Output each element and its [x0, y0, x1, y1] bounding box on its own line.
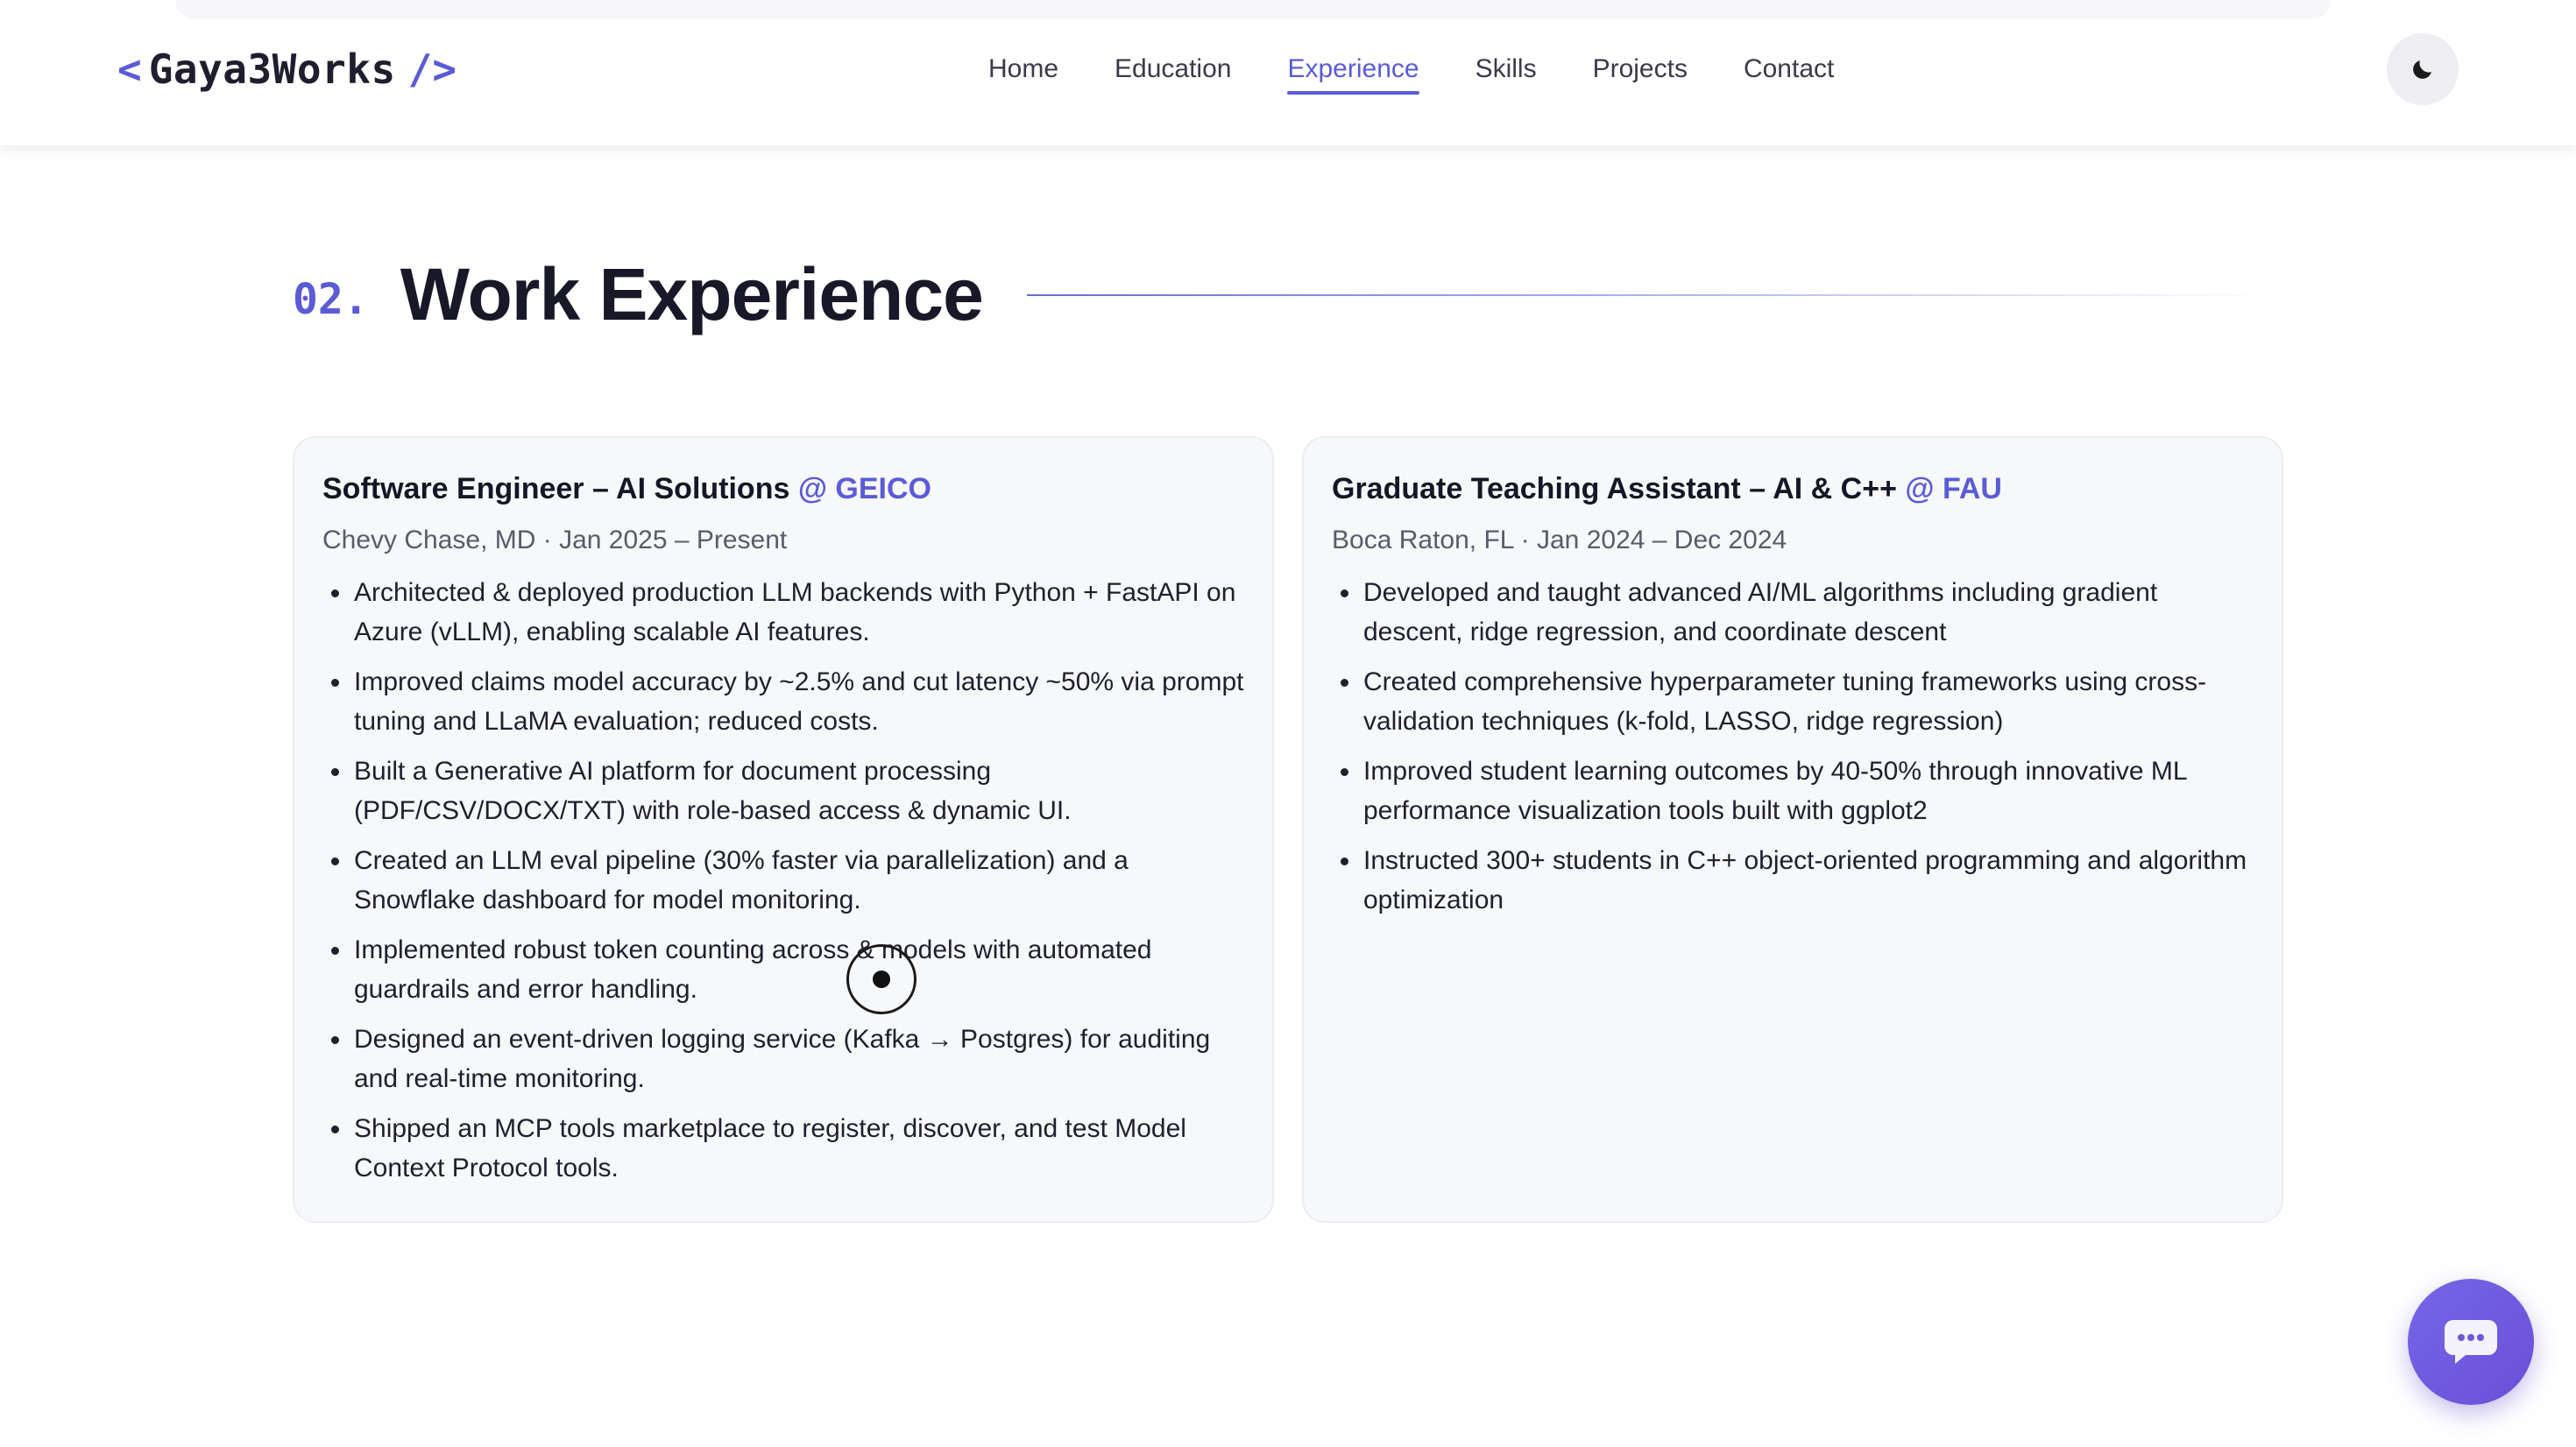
list-item: Improved student learning outcomes by 40… [1332, 752, 2254, 830]
chat-bubble-icon [2443, 1316, 2499, 1367]
experience-card-fau: Graduate Teaching Assistant – AI & C++ @… [1302, 436, 2283, 1223]
list-item: Created comprehensive hyperparameter tun… [1332, 662, 2254, 741]
nav-link-contact[interactable]: Contact [1744, 54, 1834, 89]
experience-role: Software Engineer – AI Solutions [322, 472, 790, 505]
list-item: Shipped an MCP tools marketplace to regi… [322, 1109, 1244, 1188]
nav-link-experience[interactable]: Experience [1287, 54, 1419, 95]
list-item: Designed an event-driven logging service… [322, 1020, 1244, 1098]
list-item: Improved claims model accuracy by ~2.5% … [322, 662, 1244, 741]
header-top-shade [175, 0, 2331, 19]
section-title: Work Experience [400, 252, 984, 335]
list-item: Instructed 300+ students in C++ object-o… [1332, 841, 2254, 920]
list-item: Created an LLM eval pipeline (30% faster… [322, 841, 1244, 920]
experience-title: Graduate Teaching Assistant – AI & C++ @… [1332, 469, 2254, 508]
main-nav: Home Education Experience Skills Project… [988, 47, 1834, 96]
logo-text: Gaya3Works [148, 46, 396, 93]
experience-card-geico: Software Engineer – AI Solutions @ GEICO… [293, 436, 1274, 1223]
experience-meta: Chevy Chase, MD · Jan 2025 – Present [322, 526, 788, 554]
experience-title: Software Engineer – AI Solutions @ GEICO [322, 469, 1244, 508]
logo-open-bracket: < [117, 46, 142, 93]
site-logo[interactable]: < Gaya3Works /> [117, 39, 456, 100]
section-number: 02. [293, 275, 369, 324]
experience-bullets: Developed and taught advanced AI/ML algo… [1332, 573, 2254, 920]
section-divider-line [1027, 294, 2264, 296]
experience-bullets: Architected & deployed production LLM ba… [322, 573, 1244, 1188]
list-item: Developed and taught advanced AI/ML algo… [1332, 573, 2254, 652]
nav-link-projects[interactable]: Projects [1593, 54, 1688, 89]
list-item: Built a Generative AI platform for docum… [322, 752, 1244, 830]
experience-company: @ FAU [1905, 472, 2002, 505]
theme-toggle-button[interactable] [2387, 33, 2459, 105]
nav-link-skills[interactable]: Skills [1476, 54, 1537, 89]
site-header: < Gaya3Works /> Home Education Experienc… [0, 0, 2576, 145]
list-item: Architected & deployed production LLM ba… [322, 573, 1244, 652]
moon-icon [2410, 56, 2436, 82]
logo-close-bracket: /> [407, 46, 457, 93]
experience-meta: Boca Raton, FL · Jan 2024 – Dec 2024 [1332, 526, 1787, 554]
experience-role: Graduate Teaching Assistant – AI & C++ [1332, 472, 1897, 505]
experience-company: @ GEICO [797, 472, 931, 505]
nav-link-home[interactable]: Home [988, 54, 1058, 89]
nav-link-education[interactable]: Education [1115, 54, 1231, 89]
chat-button[interactable] [2408, 1279, 2534, 1405]
list-item: Implemented robust token counting across… [322, 930, 1244, 1009]
section-heading-row: 02. Work Experience [293, 245, 984, 343]
page: < Gaya3Works /> Home Education Experienc… [0, 0, 2576, 1447]
